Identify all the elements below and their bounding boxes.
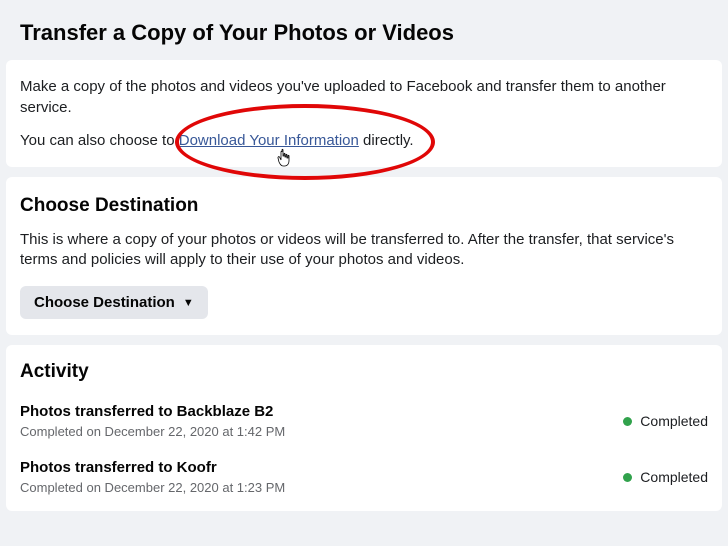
intro-card: Make a copy of the photos and videos you… <box>6 60 722 167</box>
intro-pre-text: You can also choose to <box>20 132 179 149</box>
status-dot-icon <box>623 473 632 482</box>
activity-row-sub: Completed on December 22, 2020 at 1:42 P… <box>20 424 623 439</box>
activity-heading: Activity <box>20 361 708 383</box>
caret-down-icon: ▼ <box>183 297 194 309</box>
activity-row-title: Photos transferred to Backblaze B2 <box>20 403 623 420</box>
intro-paragraph-1: Make a copy of the photos and videos you… <box>20 76 708 118</box>
page-title: Transfer a Copy of Your Photos or Videos <box>20 20 708 46</box>
choose-destination-label: Choose Destination <box>34 294 175 311</box>
activity-row-status: Completed <box>623 469 708 485</box>
intro-post-text: directly. <box>359 132 414 149</box>
activity-row-left: Photos transferred to Backblaze B2 Compl… <box>20 403 623 439</box>
activity-row-sub: Completed on December 22, 2020 at 1:23 P… <box>20 480 623 495</box>
activity-row-status: Completed <box>623 413 708 429</box>
page-header: Transfer a Copy of Your Photos or Videos <box>0 0 728 60</box>
activity-card: Activity Photos transferred to Backblaze… <box>6 345 722 511</box>
intro-paragraph-2: You can also choose to Download Your Inf… <box>20 130 708 151</box>
download-info-link[interactable]: Download Your Information <box>179 132 359 149</box>
destination-description: This is where a copy of your photos or v… <box>20 230 708 271</box>
choose-destination-button[interactable]: Choose Destination ▼ <box>20 286 208 319</box>
activity-row: Photos transferred to Koofr Completed on… <box>20 449 708 505</box>
status-text: Completed <box>640 413 708 429</box>
activity-row: Photos transferred to Backblaze B2 Compl… <box>20 393 708 449</box>
destination-card: Choose Destination This is where a copy … <box>6 177 722 335</box>
activity-row-left: Photos transferred to Koofr Completed on… <box>20 459 623 495</box>
status-text: Completed <box>640 469 708 485</box>
destination-heading: Choose Destination <box>20 193 708 220</box>
status-dot-icon <box>623 417 632 426</box>
activity-row-title: Photos transferred to Koofr <box>20 459 623 476</box>
